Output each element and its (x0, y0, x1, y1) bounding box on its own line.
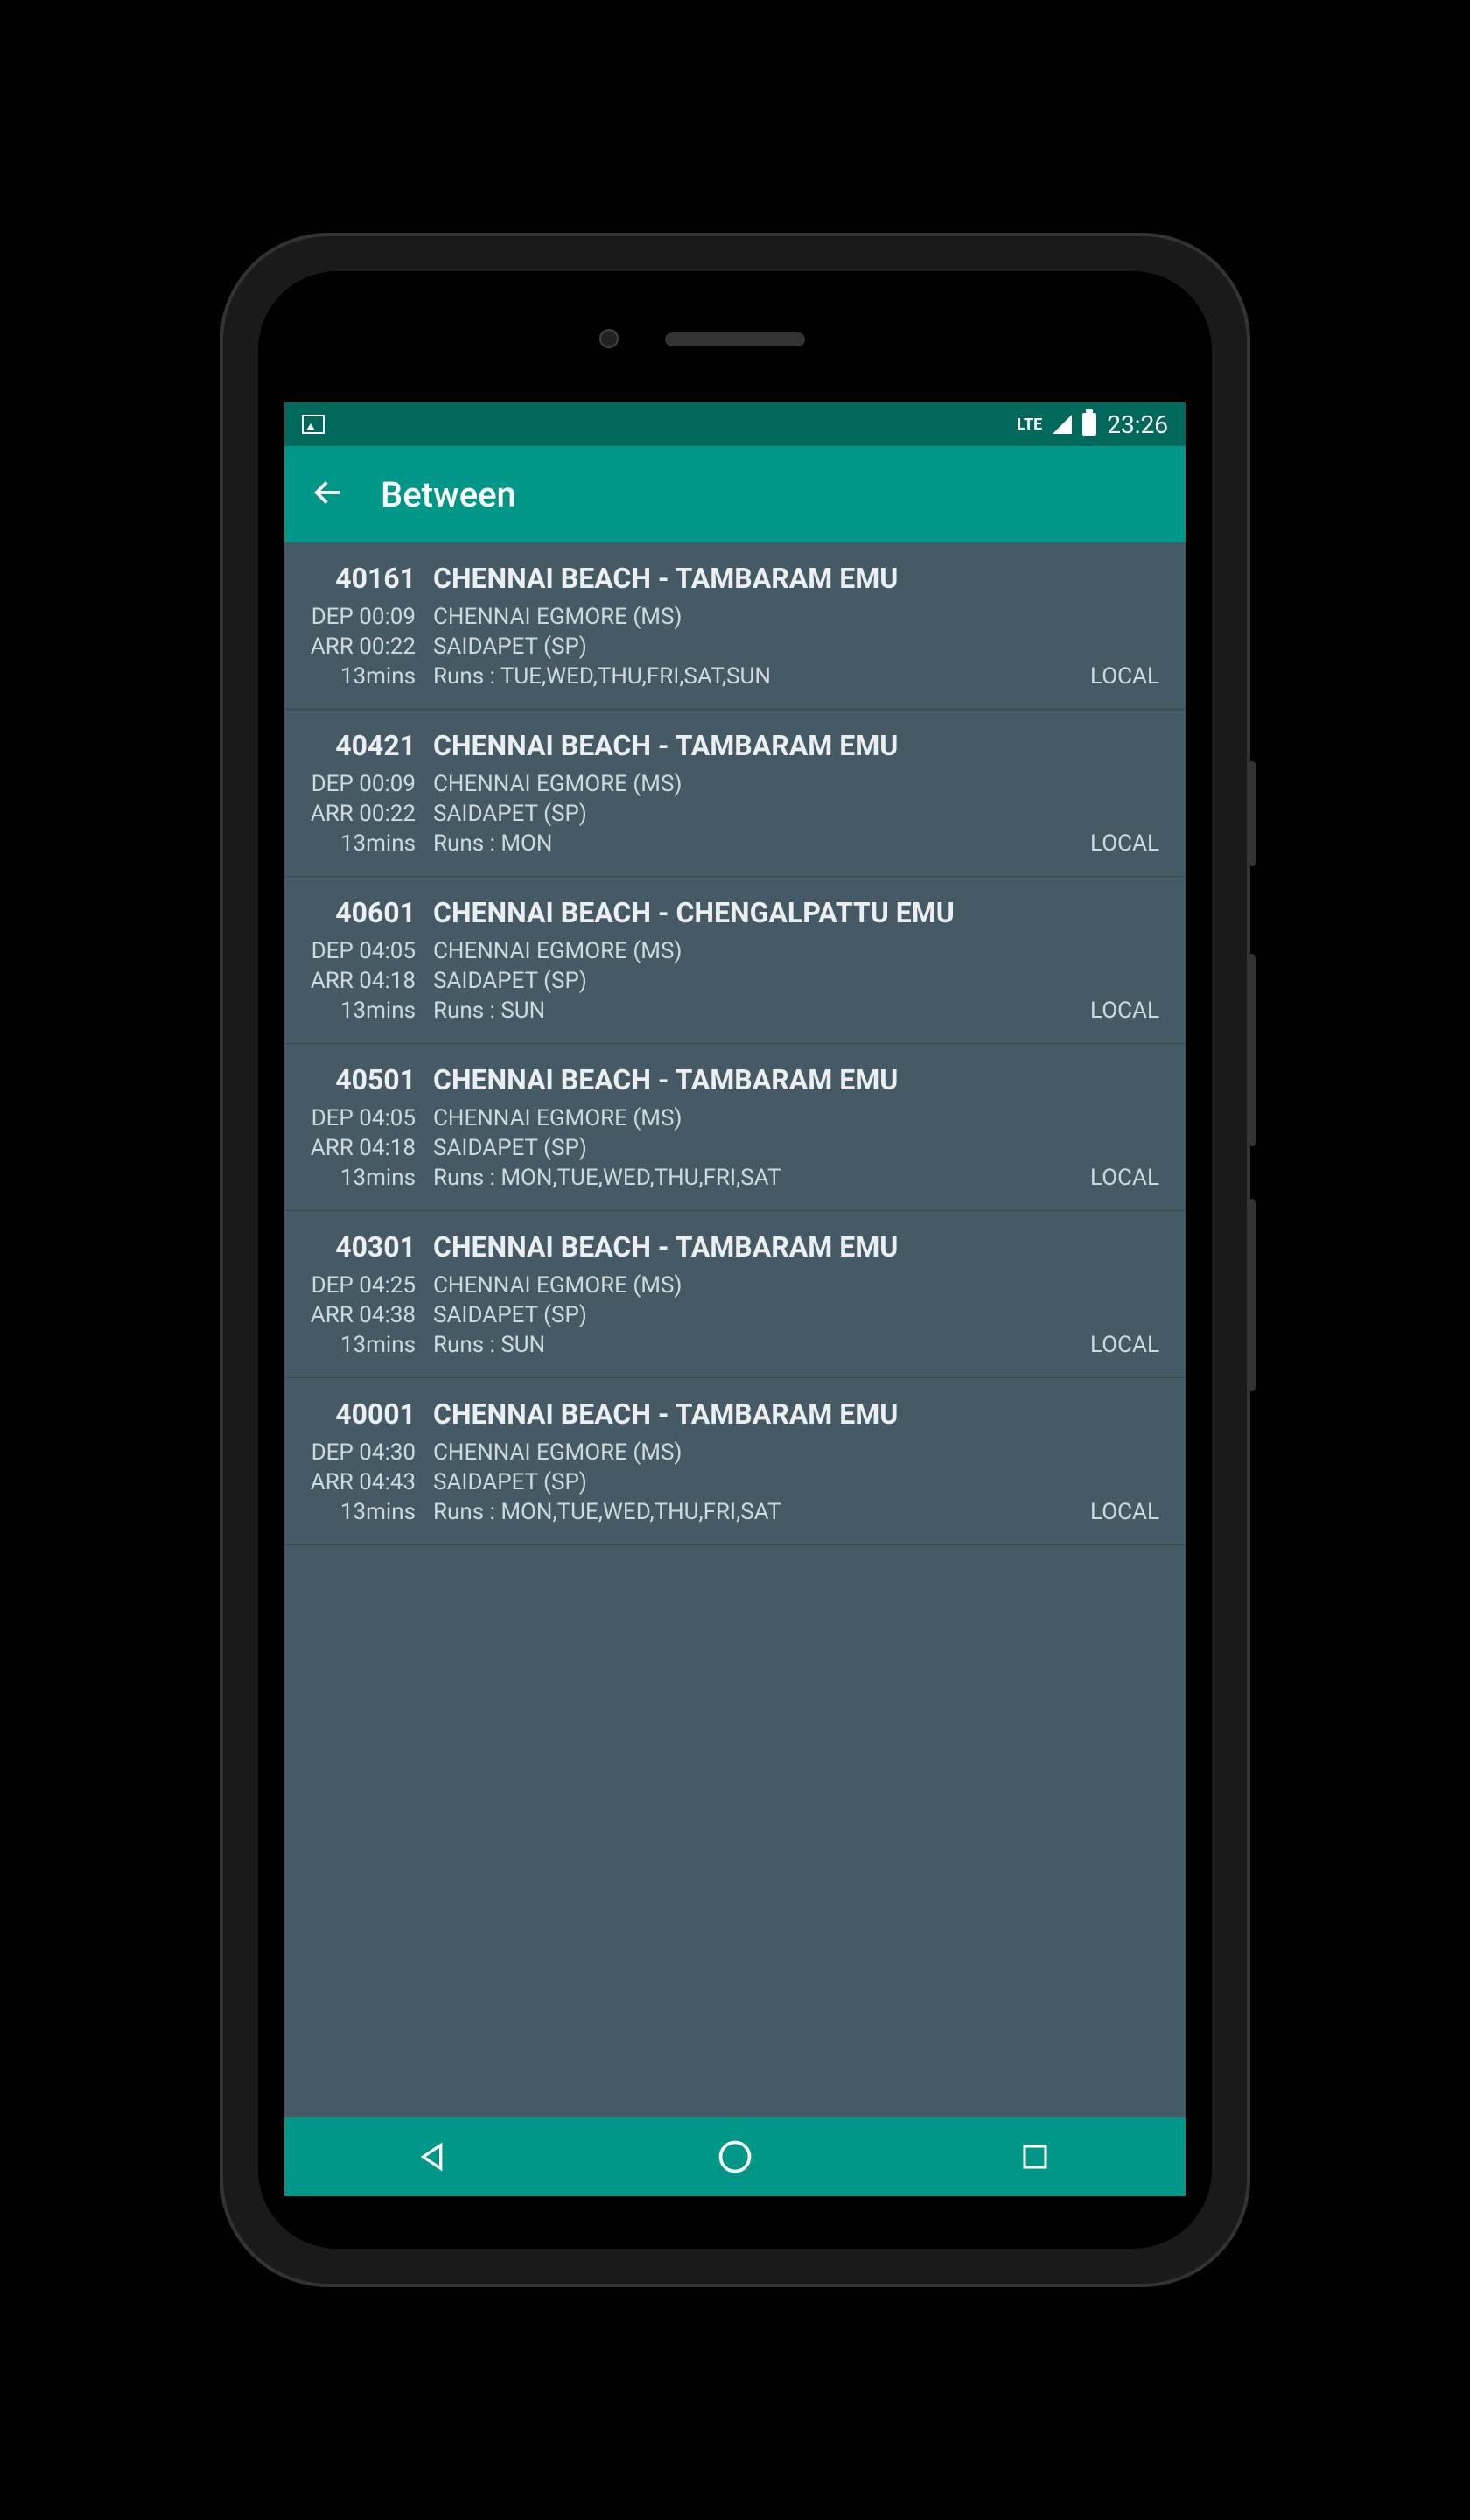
network-type: LTE (1017, 416, 1042, 434)
battery-icon (1082, 413, 1096, 436)
train-type: LOCAL (1090, 1499, 1159, 1525)
duration: 13mins (302, 1332, 416, 1358)
status-bar: LTE 23:26 (284, 402, 1186, 446)
departure-time: DEP 04:30 (302, 1439, 416, 1466)
duration: 13mins (302, 1499, 416, 1525)
image-notification-icon (302, 415, 325, 434)
duration: 13mins (302, 830, 416, 857)
train-item[interactable]: 40601 CHENNAI BEACH - CHENGALPATTU EMU D… (284, 877, 1186, 1044)
arrival-time: ARR 04:38 (302, 1302, 416, 1328)
train-item[interactable]: 40301 CHENNAI BEACH - TAMBARAM EMU DEP 0… (284, 1211, 1186, 1378)
duration: 13mins (302, 1165, 416, 1191)
navigation-bar (284, 2118, 1186, 2196)
nav-recent-button[interactable] (948, 2141, 1123, 2173)
arrival-station: SAIDAPET (SP) (433, 968, 587, 994)
departure-time: DEP 04:25 (302, 1272, 416, 1298)
train-number: 40301 (302, 1230, 416, 1264)
train-name: CHENNAI BEACH - TAMBARAM EMU (433, 1230, 898, 1264)
screen: LTE 23:26 Between 40161 CHENNAI BEACH (284, 402, 1186, 2196)
train-number: 40501 (302, 1063, 416, 1096)
train-type: LOCAL (1090, 663, 1159, 690)
runs-days: Runs : SUN (433, 1332, 1073, 1358)
train-name: CHENNAI BEACH - TAMBARAM EMU (433, 1063, 898, 1096)
nav-back-button[interactable] (347, 2139, 522, 2174)
duration: 13mins (302, 663, 416, 690)
runs-days: Runs : MON (433, 830, 1073, 857)
departure-station: CHENNAI EGMORE (MS) (433, 1105, 682, 1131)
duration: 13mins (302, 998, 416, 1024)
train-name: CHENNAI BEACH - TAMBARAM EMU (433, 562, 898, 595)
arrival-time: ARR 04:18 (302, 968, 416, 994)
departure-station: CHENNAI EGMORE (MS) (433, 1439, 682, 1466)
train-type: LOCAL (1090, 830, 1159, 857)
train-list[interactable]: 40161 CHENNAI BEACH - TAMBARAM EMU DEP 0… (284, 542, 1186, 2118)
back-button[interactable] (311, 475, 346, 514)
runs-days: Runs : TUE,WED,THU,FRI,SAT,SUN (433, 663, 1073, 690)
train-item[interactable]: 40421 CHENNAI BEACH - TAMBARAM EMU DEP 0… (284, 710, 1186, 877)
arrival-time: ARR 00:22 (302, 634, 416, 660)
departure-time: DEP 00:09 (302, 771, 416, 797)
train-item[interactable]: 40001 CHENNAI BEACH - TAMBARAM EMU DEP 0… (284, 1378, 1186, 1545)
volume-down-button (1247, 1199, 1256, 1391)
nav-home-button[interactable] (648, 2138, 822, 2176)
arrival-station: SAIDAPET (SP) (433, 1302, 587, 1328)
train-item[interactable]: 40501 CHENNAI BEACH - TAMBARAM EMU DEP 0… (284, 1044, 1186, 1211)
arrival-station: SAIDAPET (SP) (433, 634, 587, 660)
speaker-grille (665, 332, 805, 346)
train-name: CHENNAI BEACH - TAMBARAM EMU (433, 729, 898, 762)
power-button (1247, 761, 1256, 866)
phone-bezel: LTE 23:26 Between 40161 CHENNAI BEACH (258, 271, 1212, 2249)
departure-station: CHENNAI EGMORE (MS) (433, 1272, 682, 1298)
arrival-station: SAIDAPET (SP) (433, 801, 587, 827)
train-number: 40001 (302, 1397, 416, 1431)
departure-station: CHENNAI EGMORE (MS) (433, 604, 682, 630)
train-number: 40421 (302, 729, 416, 762)
volume-up-button (1247, 954, 1256, 1146)
arrival-time: ARR 04:18 (302, 1135, 416, 1161)
arrival-station: SAIDAPET (SP) (433, 1469, 587, 1495)
arrival-time: ARR 00:22 (302, 801, 416, 827)
runs-days: Runs : SUN (433, 998, 1073, 1024)
departure-station: CHENNAI EGMORE (MS) (433, 938, 682, 964)
train-item[interactable]: 40161 CHENNAI BEACH - TAMBARAM EMU DEP 0… (284, 542, 1186, 710)
train-type: LOCAL (1090, 1332, 1159, 1358)
arrival-station: SAIDAPET (SP) (433, 1135, 587, 1161)
train-number: 40601 (302, 896, 416, 929)
page-title: Between (381, 474, 516, 515)
train-type: LOCAL (1090, 1165, 1159, 1191)
app-bar: Between (284, 446, 1186, 542)
train-number: 40161 (302, 562, 416, 595)
phone-frame: LTE 23:26 Between 40161 CHENNAI BEACH (223, 236, 1247, 2284)
arrival-time: ARR 04:43 (302, 1469, 416, 1495)
train-type: LOCAL (1090, 998, 1159, 1024)
departure-time: DEP 04:05 (302, 1105, 416, 1131)
runs-days: Runs : MON,TUE,WED,THU,FRI,SAT (433, 1165, 1073, 1191)
train-name: CHENNAI BEACH - CHENGALPATTU EMU (433, 896, 955, 929)
departure-station: CHENNAI EGMORE (MS) (433, 771, 682, 797)
front-camera (599, 329, 619, 348)
departure-time: DEP 04:05 (302, 938, 416, 964)
signal-icon (1053, 415, 1072, 434)
train-name: CHENNAI BEACH - TAMBARAM EMU (433, 1397, 898, 1431)
runs-days: Runs : MON,TUE,WED,THU,FRI,SAT (433, 1499, 1073, 1525)
clock: 23:26 (1107, 410, 1168, 439)
departure-time: DEP 00:09 (302, 604, 416, 630)
